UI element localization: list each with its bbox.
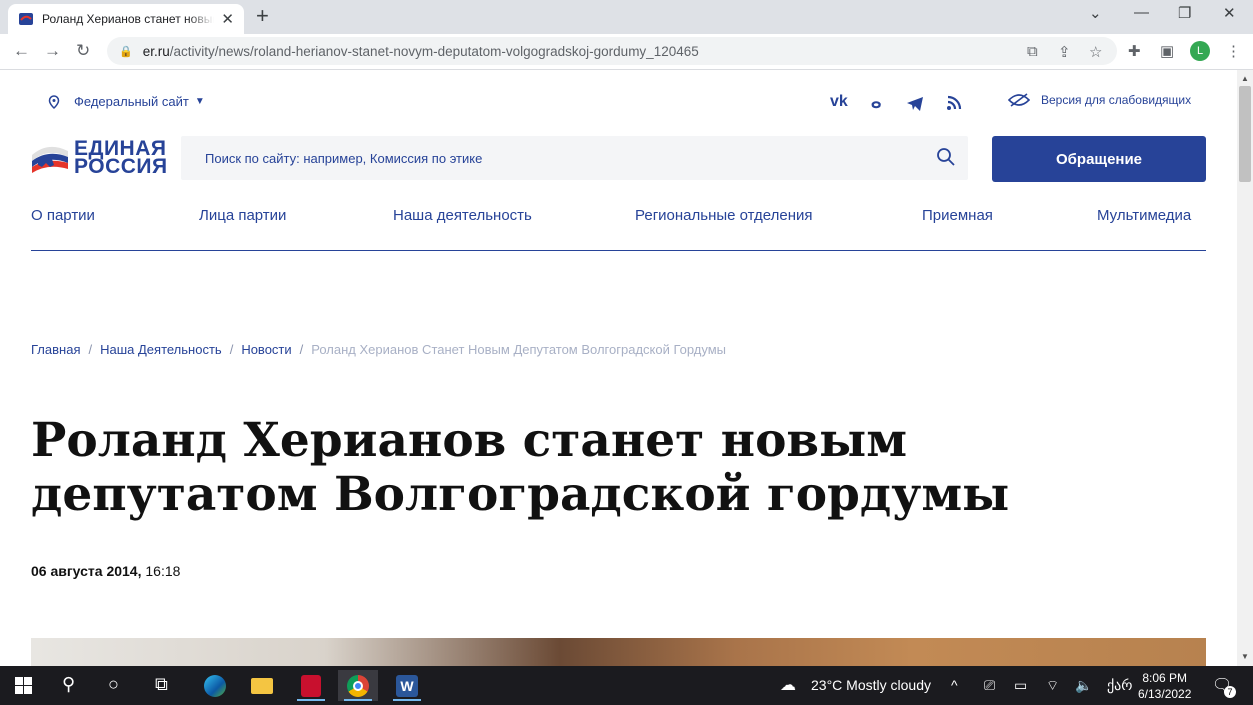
menu-item-faces[interactable]: Лица партии bbox=[199, 207, 286, 224]
edge-app-icon[interactable] bbox=[195, 670, 235, 701]
search-icon[interactable]: ⚲ bbox=[62, 674, 75, 695]
site-logo[interactable]: ЕДИНАЯ РОССИЯ bbox=[30, 137, 168, 178]
scroll-up-icon[interactable]: ▲ bbox=[1241, 74, 1249, 83]
chevron-down-icon: ▼ bbox=[194, 96, 205, 107]
file-explorer-app-icon[interactable] bbox=[242, 670, 282, 701]
restore-icon[interactable]: ❐ bbox=[1178, 4, 1191, 22]
windows-taskbar: ⚲ ○ ⧉ W ☁ 23°C Mostly cloudy ^ ⎚ ▭ ⌔ 🔈 ქ… bbox=[0, 666, 1253, 705]
close-tab-icon[interactable]: ✕ bbox=[221, 10, 234, 28]
search-placeholder: Поиск по сайту: например, Комиссия по эт… bbox=[205, 150, 483, 166]
eye-crossed-icon bbox=[1008, 93, 1030, 107]
minimize-icon[interactable]: — bbox=[1134, 4, 1149, 21]
chrome-app-icon[interactable] bbox=[338, 670, 378, 701]
site-favicon-icon bbox=[19, 13, 33, 25]
wifi-icon[interactable]: ⌔ bbox=[1046, 677, 1059, 695]
extensions-icon[interactable]: ✚ bbox=[1128, 42, 1141, 60]
telegram-icon[interactable] bbox=[906, 96, 924, 112]
publish-date: 06 августа 2014, 16:18 bbox=[31, 563, 180, 579]
meet-now-icon[interactable]: ⎚ bbox=[984, 677, 995, 694]
translate-icon[interactable]: ⧉ bbox=[1027, 43, 1038, 60]
odnoklassniki-icon[interactable]: ⴰ bbox=[871, 93, 881, 113]
weather-cloud-icon[interactable]: ☁ bbox=[780, 675, 796, 695]
breadcrumb-activity[interactable]: Наша Деятельность bbox=[100, 342, 222, 357]
date-text: 06 августа 2014, bbox=[31, 563, 142, 579]
system-clock[interactable]: 8:06 PM 6/13/2022 bbox=[1138, 670, 1191, 702]
site-search-input[interactable]: Поиск по сайту: например, Комиссия по эт… bbox=[181, 136, 968, 180]
cortana-icon[interactable]: ○ bbox=[108, 674, 119, 695]
volume-icon[interactable]: 🔈 bbox=[1075, 677, 1092, 694]
menu-item-activity[interactable]: Наша деятельность bbox=[393, 207, 532, 224]
menu-item-about[interactable]: О партии bbox=[31, 207, 95, 224]
appeal-button[interactable]: Обращение bbox=[992, 136, 1206, 182]
menu-item-regions[interactable]: Региональные отделения bbox=[635, 207, 813, 224]
forward-icon[interactable]: → bbox=[44, 41, 61, 61]
region-selector[interactable]: Федеральный сайт ▼ bbox=[48, 94, 205, 109]
breadcrumb: Главная / Наша Деятельность / Новости / … bbox=[31, 342, 726, 357]
page-scrollbar[interactable]: ▲ ▼ bbox=[1237, 70, 1253, 666]
breadcrumb-news[interactable]: Новости bbox=[241, 342, 291, 357]
breadcrumb-separator: / bbox=[299, 342, 304, 357]
search-icon[interactable] bbox=[936, 147, 956, 167]
show-hidden-icons-icon[interactable]: ^ bbox=[951, 677, 958, 693]
task-view-icon[interactable]: ⧉ bbox=[155, 674, 168, 695]
breadcrumb-separator: / bbox=[88, 342, 93, 357]
notification-count-badge: 7 bbox=[1224, 686, 1236, 698]
tab-search-icon[interactable]: ⌄ bbox=[1089, 4, 1102, 22]
location-pin-icon bbox=[48, 94, 60, 109]
breadcrumb-home[interactable]: Главная bbox=[31, 342, 80, 357]
time-text: 16:18 bbox=[145, 563, 181, 579]
menu-kebab-icon[interactable]: ⋮ bbox=[1226, 42, 1241, 60]
windows-start-icon[interactable] bbox=[15, 677, 32, 694]
low-vision-link[interactable]: Версия для слабовидящих bbox=[1008, 93, 1191, 107]
new-tab-button[interactable]: + bbox=[256, 5, 269, 27]
region-label: Федеральный сайт bbox=[74, 94, 189, 109]
page-title: Роланд Херианов станет новым депутатом В… bbox=[31, 413, 1010, 522]
profile-avatar[interactable]: L bbox=[1190, 41, 1210, 61]
side-panel-icon[interactable]: ▣ bbox=[1160, 42, 1174, 60]
back-icon[interactable]: ← bbox=[13, 41, 30, 61]
word-app-icon[interactable]: W bbox=[387, 670, 427, 701]
url-text: er.ru/activity/news/roland-herianov-stan… bbox=[142, 43, 699, 59]
logo-wordmark: ЕДИНАЯ РОССИЯ bbox=[74, 137, 168, 178]
close-window-icon[interactable]: ✕ bbox=[1223, 4, 1236, 22]
article-photo bbox=[31, 638, 1206, 666]
acrobat-app-icon[interactable] bbox=[291, 670, 331, 701]
menu-item-multimedia[interactable]: Мультимедиа bbox=[1097, 207, 1191, 224]
breadcrumb-current: Роланд Херианов Станет Новым Депутатом В… bbox=[311, 342, 727, 357]
bookmark-star-icon[interactable]: ☆ bbox=[1089, 43, 1102, 61]
rss-icon[interactable] bbox=[946, 95, 962, 111]
scroll-down-icon[interactable]: ▼ bbox=[1241, 652, 1249, 661]
page-viewport: Федеральный сайт ▼ vk ⴰ Версия для слабо… bbox=[0, 70, 1237, 666]
browser-toolbar: ← → ↻ 🔒 er.ru/activity/news/roland-heria… bbox=[0, 34, 1253, 70]
breadcrumb-separator: / bbox=[229, 342, 234, 357]
battery-icon[interactable]: ▭ bbox=[1014, 677, 1027, 694]
reload-icon[interactable]: ↻ bbox=[76, 41, 90, 61]
lock-icon: 🔒 bbox=[119, 45, 133, 58]
share-icon[interactable]: ⇪ bbox=[1058, 43, 1071, 61]
tab-title: Роланд Херианов станет новым депутатом В… bbox=[42, 12, 214, 26]
bear-flag-logo-icon bbox=[32, 146, 68, 173]
browser-tab[interactable]: Роланд Херианов станет новым депутатом В… bbox=[8, 4, 244, 34]
vk-icon[interactable]: vk bbox=[830, 93, 848, 111]
low-vision-label: Версия для слабовидящих bbox=[1041, 93, 1192, 107]
menu-divider bbox=[31, 250, 1206, 251]
menu-item-reception[interactable]: Приемная bbox=[922, 207, 993, 224]
weather-text[interactable]: 23°C Mostly cloudy bbox=[811, 677, 931, 693]
browser-tab-strip: Роланд Херианов станет новым депутатом В… bbox=[0, 0, 1253, 34]
address-bar[interactable]: 🔒 er.ru/activity/news/roland-herianov-st… bbox=[107, 37, 1117, 65]
scrollbar-thumb[interactable] bbox=[1239, 86, 1251, 182]
input-language[interactable]: ქარ bbox=[1107, 677, 1132, 694]
